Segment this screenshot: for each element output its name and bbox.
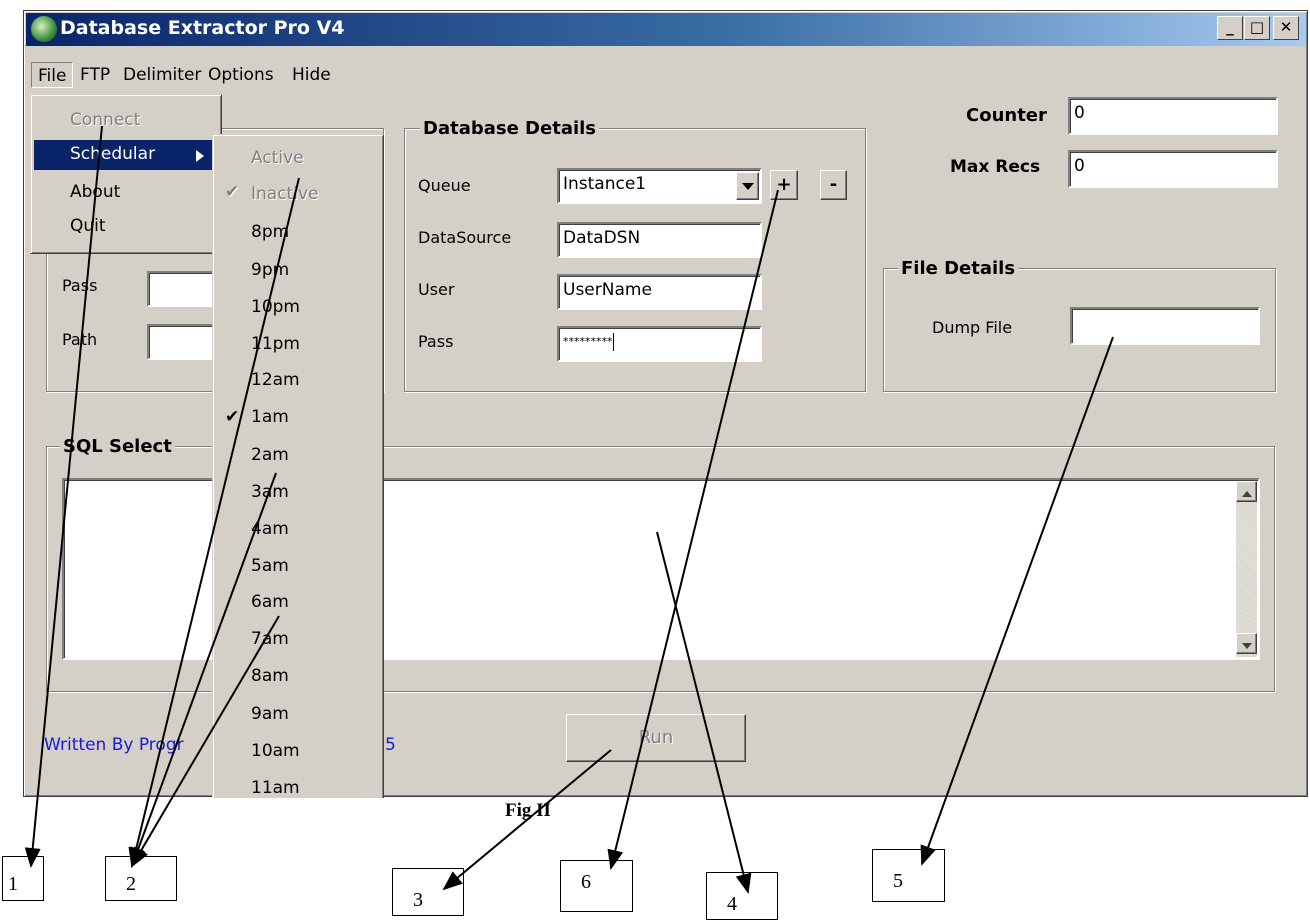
arrow-1 — [24, 125, 103, 868]
arrow-2c — [130, 615, 280, 868]
arrow-2b — [130, 472, 277, 868]
arrow-4 — [656, 531, 752, 894]
annotation-arrows — [24, 125, 1114, 894]
arrow-2a — [128, 177, 300, 868]
arrow-6 — [607, 189, 779, 870]
arrow-3 — [442, 749, 612, 891]
arrow-5 — [920, 336, 1114, 866]
